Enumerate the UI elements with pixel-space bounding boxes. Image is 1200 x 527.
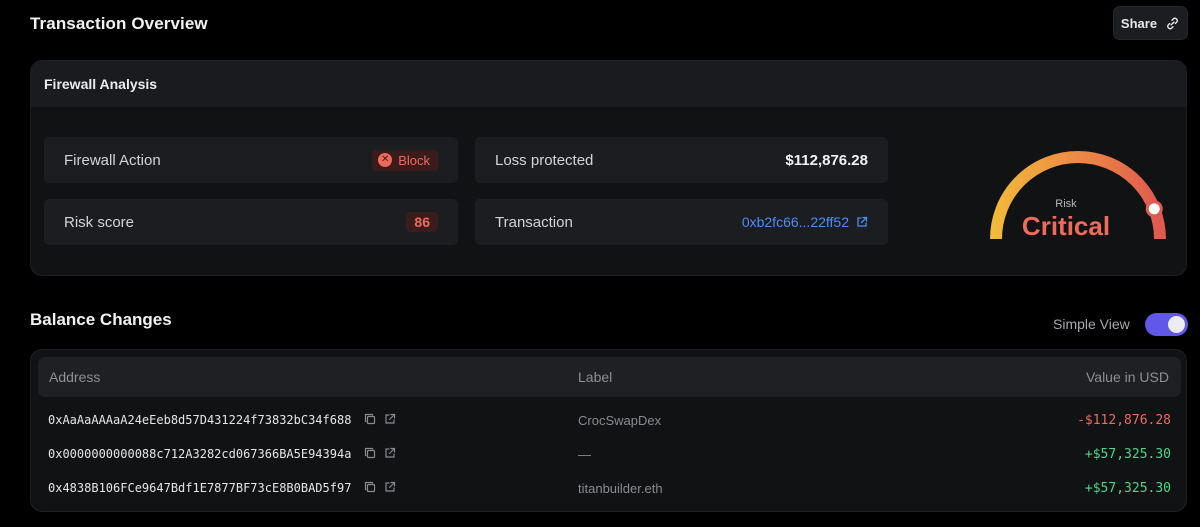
external-link-icon[interactable] bbox=[384, 447, 396, 459]
firewall-analysis-title: Firewall Analysis bbox=[31, 61, 1186, 107]
row-label: — bbox=[578, 447, 591, 462]
transaction-link[interactable]: 0xb2fc66...22ff52 bbox=[742, 214, 868, 230]
copy-icon[interactable] bbox=[364, 481, 376, 493]
row-value: +$57,325.30 bbox=[1084, 447, 1171, 462]
balance-changes-table: Address Label Value in USD 0xAaAaAAAaA24… bbox=[30, 349, 1187, 512]
risk-score-label: Risk score bbox=[64, 213, 135, 231]
column-label: Label bbox=[578, 369, 613, 385]
page-title: Transaction Overview bbox=[30, 14, 208, 33]
link-icon bbox=[1167, 17, 1178, 29]
gauge-level: Critical bbox=[1021, 211, 1111, 241]
external-link-icon[interactable] bbox=[384, 413, 396, 425]
share-button-label: Share bbox=[1120, 15, 1158, 31]
column-value: Value in USD bbox=[1085, 369, 1169, 385]
transaction-hash: 0xb2fc66...22ff52 bbox=[741, 214, 849, 230]
table-row: 0xAaAaAAAaA24eEeb8d57D431224f73832bC34f6… bbox=[31, 405, 1186, 438]
firewall-analysis-card: Firewall Analysis Firewall Action ✕ Bloc… bbox=[30, 60, 1187, 276]
address-actions bbox=[364, 447, 396, 459]
external-link-icon bbox=[857, 216, 868, 227]
row-value: +$57,325.30 bbox=[1084, 481, 1171, 496]
risk-score-stat: Risk score 86 bbox=[44, 199, 458, 245]
block-badge: ✕ Block bbox=[372, 149, 438, 171]
address-text[interactable]: 0x4838B106FCe9647Bdf1E7877BF73cE8B0BAD5f… bbox=[48, 481, 351, 495]
row-value: -$112,876.28 bbox=[1077, 413, 1171, 428]
copy-icon[interactable] bbox=[364, 447, 376, 459]
risk-score-badge: 86 bbox=[406, 212, 438, 232]
firewall-action-label: Firewall Action bbox=[64, 151, 161, 169]
balance-changes-title: Balance Changes bbox=[30, 310, 172, 329]
gauge-caption: Risk bbox=[1055, 198, 1077, 210]
table-row: 0x4838B106FCe9647Bdf1E7877BF73cE8B0BAD5f… bbox=[31, 473, 1186, 506]
column-address: Address bbox=[49, 369, 101, 385]
address-actions bbox=[364, 413, 396, 425]
toggle-knob bbox=[1168, 316, 1185, 333]
table-row: 0x0000000000088c712A3282cd067366BA5E9439… bbox=[31, 439, 1186, 472]
loss-protected-label: Loss protected bbox=[495, 151, 594, 169]
simple-view-toggle[interactable] bbox=[1145, 313, 1188, 336]
copy-icon[interactable] bbox=[364, 413, 376, 425]
loss-protected-stat: Loss protected $112,876.28 bbox=[475, 137, 888, 183]
transaction-stat: Transaction 0xb2fc66...22ff52 bbox=[475, 199, 888, 245]
address-text[interactable]: 0xAaAaAAAaA24eEeb8d57D431224f73832bC34f6… bbox=[48, 413, 351, 427]
risk-gauge: Risk Critical bbox=[951, 143, 1181, 243]
x-circle-icon: ✕ bbox=[378, 153, 393, 167]
transaction-label: Transaction bbox=[495, 213, 573, 231]
loss-protected-value: $112,876.28 bbox=[785, 151, 868, 169]
simple-view-label: Simple View bbox=[1053, 316, 1130, 332]
block-badge-text: Block bbox=[398, 152, 430, 168]
table-header: Address Label Value in USD bbox=[38, 357, 1181, 397]
firewall-action-stat: Firewall Action ✕ Block bbox=[44, 137, 458, 183]
row-label: CrocSwapDex bbox=[578, 413, 662, 428]
address-actions bbox=[364, 481, 396, 493]
row-label: titanbuilder.eth bbox=[578, 481, 663, 496]
external-link-icon[interactable] bbox=[384, 481, 396, 493]
address-text[interactable]: 0x0000000000088c712A3282cd067366BA5E9439… bbox=[48, 447, 351, 461]
share-button[interactable]: Share bbox=[1113, 6, 1188, 40]
